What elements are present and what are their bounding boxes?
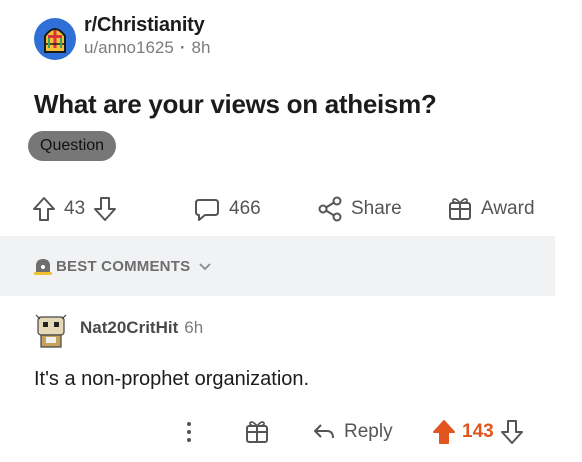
comment-vote-group: 143 <box>432 413 524 451</box>
award-button[interactable]: Award <box>447 190 535 228</box>
downvote-button[interactable] <box>93 196 117 222</box>
upvote-icon <box>33 197 55 221</box>
award-label: Award <box>481 198 535 219</box>
comment-age: 6h <box>184 318 204 337</box>
comment-award-button[interactable] <box>244 413 270 451</box>
comment-action-bar: Reply 143 <box>0 413 582 451</box>
downvote-icon <box>94 197 117 221</box>
upvote-icon <box>433 420 455 444</box>
vote-group: 43 <box>32 190 117 228</box>
post-action-bar: 43 466 Share Award <box>0 190 582 228</box>
best-comments-sort[interactable]: BEST COMMENTS <box>56 258 212 275</box>
comment-bubble-icon <box>195 199 219 221</box>
upvote-count: 43 <box>64 198 86 219</box>
comments-button[interactable]: 466 <box>193 190 261 228</box>
comment-count: 466 <box>229 198 261 219</box>
subreddit-avatar[interactable] <box>34 18 76 60</box>
more-options-button[interactable] <box>184 413 194 451</box>
comment-score: 143 <box>462 421 494 442</box>
more-vertical-icon <box>187 422 191 442</box>
share-icon <box>318 196 342 222</box>
post-flair[interactable]: Question <box>28 131 117 161</box>
reply-arrow-icon <box>314 424 334 439</box>
comment-header: Nat20CritHit 6h <box>80 318 203 338</box>
sort-label: BEST COMMENTS <box>56 258 191 275</box>
post-author[interactable]: u/anno1625 <box>84 38 174 58</box>
subreddit-name[interactable]: r/Christianity <box>84 14 205 37</box>
comment-avatar[interactable] <box>32 313 70 351</box>
comment-downvote-button[interactable] <box>500 419 524 445</box>
share-button[interactable]: Share <box>317 190 402 228</box>
award-gift-icon <box>449 198 471 220</box>
meta-separator: · <box>179 38 186 57</box>
reply-button[interactable]: Reply <box>312 413 393 451</box>
church-window-icon <box>34 18 76 60</box>
reply-label: Reply <box>344 421 393 442</box>
lock-bell-icon <box>34 259 52 275</box>
chevron-down-icon <box>199 262 211 270</box>
share-label: Share <box>351 198 402 219</box>
upvote-button[interactable] <box>32 196 56 222</box>
sort-icon-wrap <box>32 255 54 277</box>
avatar-icon <box>35 314 67 348</box>
comment-body: It's a non-prophet organization. <box>34 368 310 390</box>
comment-author[interactable]: Nat20CritHit <box>80 318 178 338</box>
downvote-icon <box>500 420 523 444</box>
post-meta: u/anno1625 · 8h <box>84 38 210 58</box>
award-gift-icon <box>246 421 268 443</box>
post-age: 8h <box>191 38 211 57</box>
comment-upvote-button[interactable] <box>432 419 456 445</box>
post-title[interactable]: What are your views on atheism? <box>34 89 437 120</box>
